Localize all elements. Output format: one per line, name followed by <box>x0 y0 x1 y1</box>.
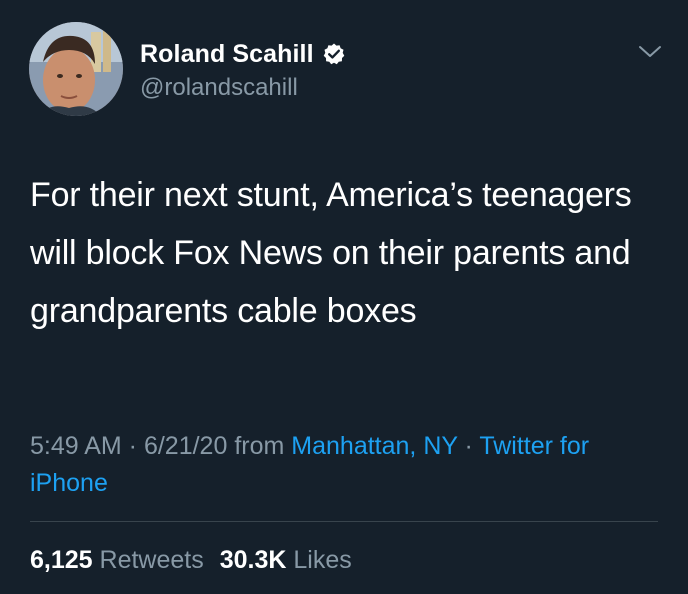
likes-count: 30.3K <box>219 546 287 574</box>
chevron-down-icon[interactable] <box>637 42 663 62</box>
tweet-text: For their next stunt, America’s teenager… <box>30 176 632 330</box>
from-label: from <box>227 432 292 460</box>
tweet-stats: 6,125 Retweets 30.3K Likes <box>30 543 368 577</box>
avatar[interactable] <box>29 22 123 116</box>
tweet-meta: 5:49 AM · 6/21/20 from Manhattan, NY · T… <box>30 428 650 502</box>
tweet-time[interactable]: 5:49 AM <box>30 432 122 460</box>
retweets-count: 6,125 <box>30 546 93 574</box>
likes-stat[interactable]: 30.3K Likes <box>220 543 352 577</box>
location-link[interactable]: Manhattan, NY <box>291 432 457 460</box>
avatar-photo-icon <box>29 22 123 116</box>
divider <box>30 521 658 522</box>
likes-label: Likes <box>293 546 352 574</box>
tweet-card: Roland Scahill @rolandscahill For their … <box>0 0 688 594</box>
retweets-stat[interactable]: 6,125 Retweets <box>30 543 204 577</box>
author-display-name[interactable]: Roland Scahill <box>140 40 314 69</box>
author-handle[interactable]: @rolandscahill <box>140 74 298 102</box>
meta-separator: · <box>457 432 480 460</box>
tweet-date[interactable]: 6/21/20 <box>144 432 227 460</box>
author-name-row: Roland Scahill <box>140 39 346 69</box>
meta-separator: · <box>121 432 144 460</box>
retweets-label: Retweets <box>99 546 204 574</box>
verified-badge-icon <box>322 42 346 66</box>
